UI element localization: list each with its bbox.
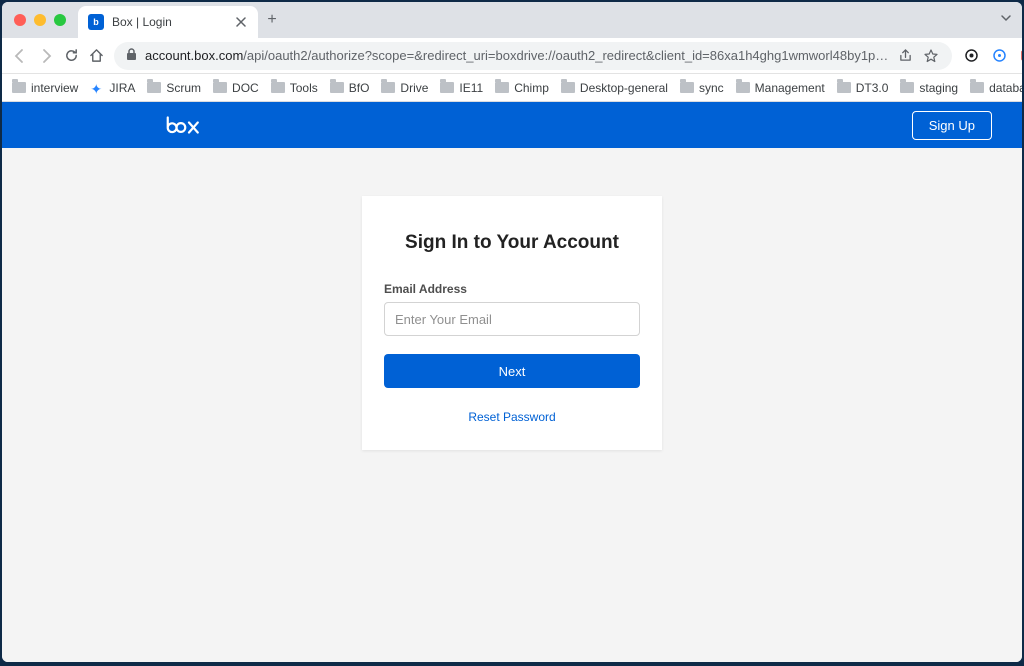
folder-icon [271, 82, 285, 93]
bookmark-label: Drive [400, 81, 428, 95]
new-tab-button[interactable]: + [258, 6, 286, 34]
folder-icon [12, 82, 26, 93]
bookmark-label: databases [989, 81, 1022, 95]
folder-icon [736, 82, 750, 93]
box-logo [162, 113, 206, 137]
folder-icon [561, 82, 575, 93]
reset-password-link[interactable]: Reset Password [384, 410, 640, 424]
box-top-bar: Sign Up [2, 102, 1022, 148]
bookmarks-bar: interview ✦ JIRA Scrum DOC Tools BfO Drive IE11 C… [2, 74, 1022, 102]
next-button[interactable]: Next [384, 354, 640, 388]
ext-icon-2[interactable] [990, 47, 1008, 65]
login-card: Sign In to Your Account Email Address Ne… [362, 196, 662, 450]
bookmark-label: staging [919, 81, 958, 95]
page-content: Sign Up Sign In to Your Account Email Ad… [2, 102, 1022, 662]
bookmark-sync[interactable]: sync [680, 81, 724, 95]
folder-icon [147, 82, 161, 93]
jira-icon: ✦ [90, 81, 104, 95]
bookmark-label: Desktop-general [580, 81, 668, 95]
bookmark-interview[interactable]: interview [12, 81, 78, 95]
folder-icon [680, 82, 694, 93]
ext-icon-3[interactable] [1018, 47, 1022, 65]
close-window-button[interactable] [14, 14, 26, 26]
bookmark-label: Tools [290, 81, 318, 95]
card-heading: Sign In to Your Account [384, 232, 640, 254]
bookmark-staging[interactable]: staging [900, 81, 958, 95]
bookmark-label: Chimp [514, 81, 549, 95]
bookmark-databases[interactable]: databases [970, 81, 1022, 95]
folder-icon [495, 82, 509, 93]
bookmark-tools[interactable]: Tools [271, 81, 318, 95]
folder-icon [213, 82, 227, 93]
bookmark-drive[interactable]: Drive [381, 81, 428, 95]
folder-icon [900, 82, 914, 93]
extension-icons [962, 46, 1022, 66]
folder-icon [837, 82, 851, 93]
minimize-window-button[interactable] [34, 14, 46, 26]
bookmark-label: JIRA [109, 81, 135, 95]
lock-icon [126, 48, 137, 64]
tab-strip: b Box | Login + [2, 2, 1022, 38]
bookmark-label: BfO [349, 81, 370, 95]
bookmark-management[interactable]: Management [736, 81, 825, 95]
window-controls [14, 14, 66, 26]
bookmark-bfo[interactable]: BfO [330, 81, 370, 95]
folder-icon [970, 82, 984, 93]
folder-icon [330, 82, 344, 93]
bookmark-label: DT3.0 [856, 81, 889, 95]
browser-toolbar: account.box.com/api/oauth2/authorize?sco… [2, 38, 1022, 74]
bookmark-chimp[interactable]: Chimp [495, 81, 549, 95]
bookmark-jira[interactable]: ✦ JIRA [90, 81, 135, 95]
email-input[interactable] [384, 302, 640, 336]
bookmark-ie11[interactable]: IE11 [440, 81, 483, 95]
bookmark-label: Scrum [166, 81, 201, 95]
box-favicon-icon: b [88, 14, 104, 30]
tabs-dropdown-button[interactable] [1000, 12, 1012, 27]
bookmark-label: sync [699, 81, 724, 95]
bookmark-desktop-general[interactable]: Desktop-general [561, 81, 668, 95]
bookmark-label: interview [31, 81, 78, 95]
email-label: Email Address [384, 282, 640, 296]
bookmark-doc[interactable]: DOC [213, 81, 259, 95]
bookmark-scrum[interactable]: Scrum [147, 81, 201, 95]
close-tab-button[interactable] [234, 15, 248, 29]
sign-up-button[interactable]: Sign Up [912, 111, 992, 140]
bookmark-dt3.0[interactable]: DT3.0 [837, 81, 889, 95]
star-icon[interactable] [922, 47, 940, 65]
forward-button[interactable] [38, 46, 54, 66]
bookmark-label: Management [755, 81, 825, 95]
share-icon[interactable] [896, 47, 914, 65]
tab-title: Box | Login [112, 15, 226, 29]
back-button[interactable] [12, 46, 28, 66]
maximize-window-button[interactable] [54, 14, 66, 26]
ext-icon-1[interactable] [962, 47, 980, 65]
folder-icon [440, 82, 454, 93]
folder-icon [381, 82, 395, 93]
reload-button[interactable] [64, 46, 79, 66]
url-text: account.box.com/api/oauth2/authorize?sco… [145, 48, 888, 63]
bookmark-label: DOC [232, 81, 259, 95]
browser-tab[interactable]: b Box | Login [78, 6, 258, 38]
bookmark-label: IE11 [459, 81, 483, 95]
address-bar[interactable]: account.box.com/api/oauth2/authorize?sco… [114, 42, 952, 70]
home-button[interactable] [89, 46, 104, 66]
